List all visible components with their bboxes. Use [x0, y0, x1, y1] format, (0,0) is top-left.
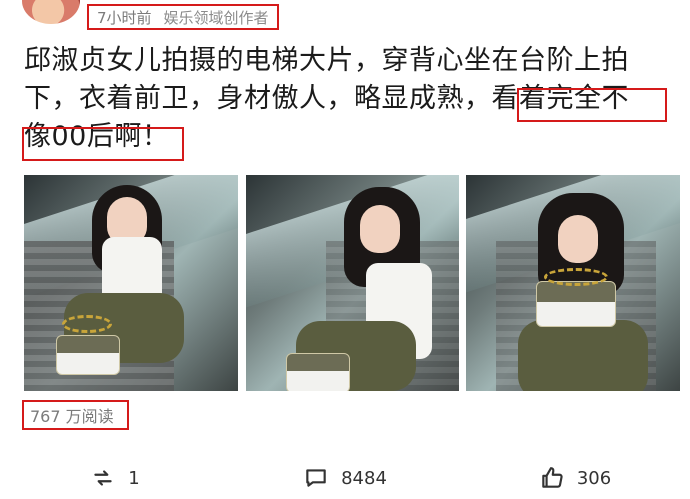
comment-count: 8484	[341, 467, 387, 489]
repost-icon	[94, 470, 112, 486]
handbag	[286, 353, 350, 391]
photo-2[interactable]	[246, 175, 459, 391]
like-icon	[542, 467, 563, 488]
post-time: 7小时前	[97, 8, 152, 27]
handbag	[56, 335, 120, 375]
highlight-box-1	[517, 88, 667, 122]
handbag	[536, 281, 616, 327]
comment-icon	[306, 469, 326, 487]
highlight-box-2	[22, 127, 184, 161]
bag-chain	[62, 315, 112, 333]
face	[558, 215, 598, 263]
photo-grid	[24, 175, 680, 391]
comment-button[interactable]: 8484	[230, 465, 460, 491]
repost-count: 1	[128, 467, 140, 489]
like-count: 306	[576, 467, 612, 489]
like-button[interactable]: 306	[460, 465, 690, 491]
action-bar: 1 8484 306	[0, 457, 690, 499]
repost-button[interactable]: 1	[0, 465, 230, 491]
photo-1[interactable]	[24, 175, 238, 391]
bag-chain	[544, 268, 608, 286]
read-count: 767 万阅读	[22, 400, 129, 430]
face	[360, 205, 400, 253]
photo-3[interactable]	[466, 175, 680, 391]
creator-label: 娱乐领域创作者	[163, 8, 269, 27]
post-meta: 7小时前 娱乐领域创作者	[87, 4, 279, 30]
pants	[518, 320, 648, 391]
post-line-1: 邱淑贞女儿拍摄的电梯大片，穿背心坐在台阶上拍	[24, 45, 629, 76]
avatar[interactable]	[22, 0, 80, 24]
